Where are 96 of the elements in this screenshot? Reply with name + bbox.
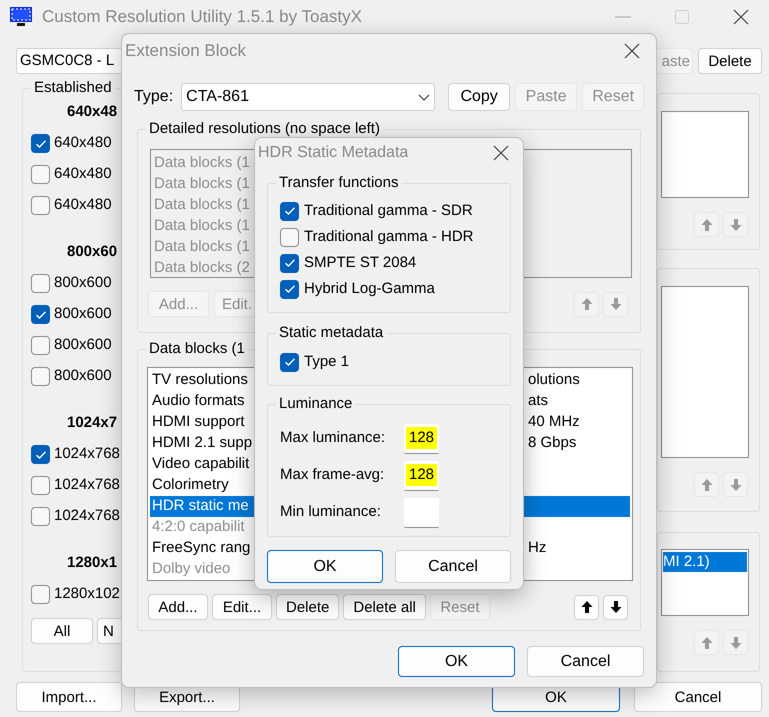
checkbox-label: 800x600: [54, 366, 112, 386]
button[interactable]: Delete all: [343, 594, 426, 620]
chevron-down-icon: [418, 94, 430, 100]
button[interactable]: Cancel: [634, 682, 762, 712]
up-arrow-icon: [580, 297, 592, 311]
resolution-header: 800x60: [67, 242, 118, 262]
checkbox[interactable]: [280, 202, 299, 220]
dialog-title: HDR Static Metadata: [258, 143, 408, 163]
checkbox[interactable]: [280, 254, 299, 272]
button[interactable]: Add...: [148, 594, 208, 620]
button[interactable]: All: [31, 618, 93, 644]
checkbox[interactable]: [31, 585, 50, 604]
close-icon[interactable]: [733, 9, 749, 25]
down-arrow-icon: [730, 636, 742, 650]
checkbox[interactable]: [31, 134, 50, 153]
button[interactable]: Edit...: [212, 594, 272, 620]
checkbox[interactable]: [31, 367, 50, 386]
field-label: Max frame-avg:: [280, 465, 386, 486]
down-arrow-icon: [610, 297, 622, 311]
button[interactable]: Cancel: [395, 550, 511, 583]
checkbox[interactable]: [280, 352, 299, 372]
item-detail: olutions: [528, 371, 580, 388]
list-item[interactable]: MI 2.1): [663, 552, 747, 572]
checkbox[interactable]: [31, 507, 50, 526]
group-label: Detailed resolutions (no space left): [146, 119, 383, 139]
button[interactable]: OK: [267, 550, 383, 583]
checkmark-icon: [284, 206, 296, 216]
checkbox-label: 640x480: [54, 195, 112, 216]
up-arrow-icon: [580, 600, 592, 614]
checkbox-label: 800x600: [54, 273, 112, 294]
checkbox[interactable]: [31, 196, 50, 215]
up-arrow-icon: [700, 636, 712, 650]
resolution-header: 1280x1: [67, 553, 118, 574]
list-box[interactable]: [661, 286, 749, 458]
checkbox-label: 640x480: [54, 164, 112, 184]
checkmark-icon: [34, 138, 46, 148]
checkbox-label: Traditional gamma - HDR: [304, 226, 474, 247]
checkbox-label: 1024x768: [54, 444, 120, 464]
checkbox-label: 1280x102: [54, 584, 120, 604]
resolution-header: 640x48: [67, 102, 118, 122]
list-box[interactable]: [661, 111, 749, 198]
checkbox[interactable]: [31, 305, 50, 324]
button[interactable]: Copy: [448, 83, 510, 111]
item-detail: Hz: [528, 539, 546, 556]
checkbox[interactable]: [280, 280, 299, 298]
button[interactable]: OK: [398, 646, 515, 677]
button[interactable]: Cancel: [527, 646, 644, 677]
checkmark-icon: [284, 357, 296, 367]
move-up-button[interactable]: [574, 594, 599, 620]
move-down-button[interactable]: [603, 594, 628, 620]
item-label: FreeSync rang: [151, 538, 250, 558]
checkbox-label: SMPTE ST 2084: [304, 252, 416, 273]
item-label: TV resolutions: [151, 370, 248, 390]
button[interactable]: Delete: [698, 48, 762, 74]
close-icon[interactable]: [624, 43, 640, 59]
field-label: Max luminance:: [280, 428, 386, 448]
group-label: Data blocks (1: [146, 339, 248, 359]
checkmark-icon: [34, 450, 46, 460]
checkbox-label: Hybrid Log-Gamma: [304, 278, 435, 299]
item-label: 4:2:0 capabilit: [151, 517, 245, 538]
down-arrow-icon: [730, 478, 742, 492]
checkbox[interactable]: [31, 336, 50, 355]
button[interactable]: Delete: [276, 594, 340, 620]
down-arrow-icon: [610, 600, 622, 614]
checkbox[interactable]: [31, 274, 50, 293]
checkbox-label: Type 1: [304, 352, 350, 372]
input-field[interactable]: [404, 498, 439, 528]
checkbox-label: 1024x768: [54, 506, 120, 526]
button[interactable]: Import...: [16, 682, 122, 712]
type-select[interactable]: CTA-861: [181, 83, 436, 111]
checkmark-icon: [284, 258, 296, 268]
window-title: Custom Resolution Utility 1.5.1 by ToastyX: [42, 6, 362, 28]
checkbox[interactable]: [31, 476, 50, 495]
checkbox-label: Traditional gamma - SDR: [304, 200, 473, 221]
resolution-header: 1024x7: [67, 413, 118, 434]
dialog-title: Extension Block: [125, 40, 246, 62]
monitor-icon: [10, 7, 32, 27]
checkbox-label: 800x600: [54, 335, 112, 356]
close-icon[interactable]: [493, 145, 509, 161]
checkmark-icon: [284, 284, 296, 294]
item-detail: 40 MHz: [528, 413, 580, 430]
up-arrow-icon: [700, 218, 712, 232]
checkbox[interactable]: [31, 165, 50, 184]
checkbox-label: 1024x768: [54, 475, 120, 496]
item-label: HDMI support: [151, 412, 245, 432]
checkmark-icon: [34, 310, 46, 320]
item-label: HDR static me: [151, 496, 249, 516]
checkbox-label: 800x600: [54, 304, 112, 324]
down-arrow-icon: [730, 218, 742, 232]
type-label: Type:: [134, 87, 174, 107]
checkbox[interactable]: [280, 228, 299, 246]
checkbox-label: 640x480: [54, 133, 112, 154]
checkbox[interactable]: [31, 445, 50, 464]
up-arrow-icon: [700, 478, 712, 492]
minimize-icon[interactable]: [615, 16, 631, 18]
field-label: Min luminance:: [280, 502, 382, 522]
